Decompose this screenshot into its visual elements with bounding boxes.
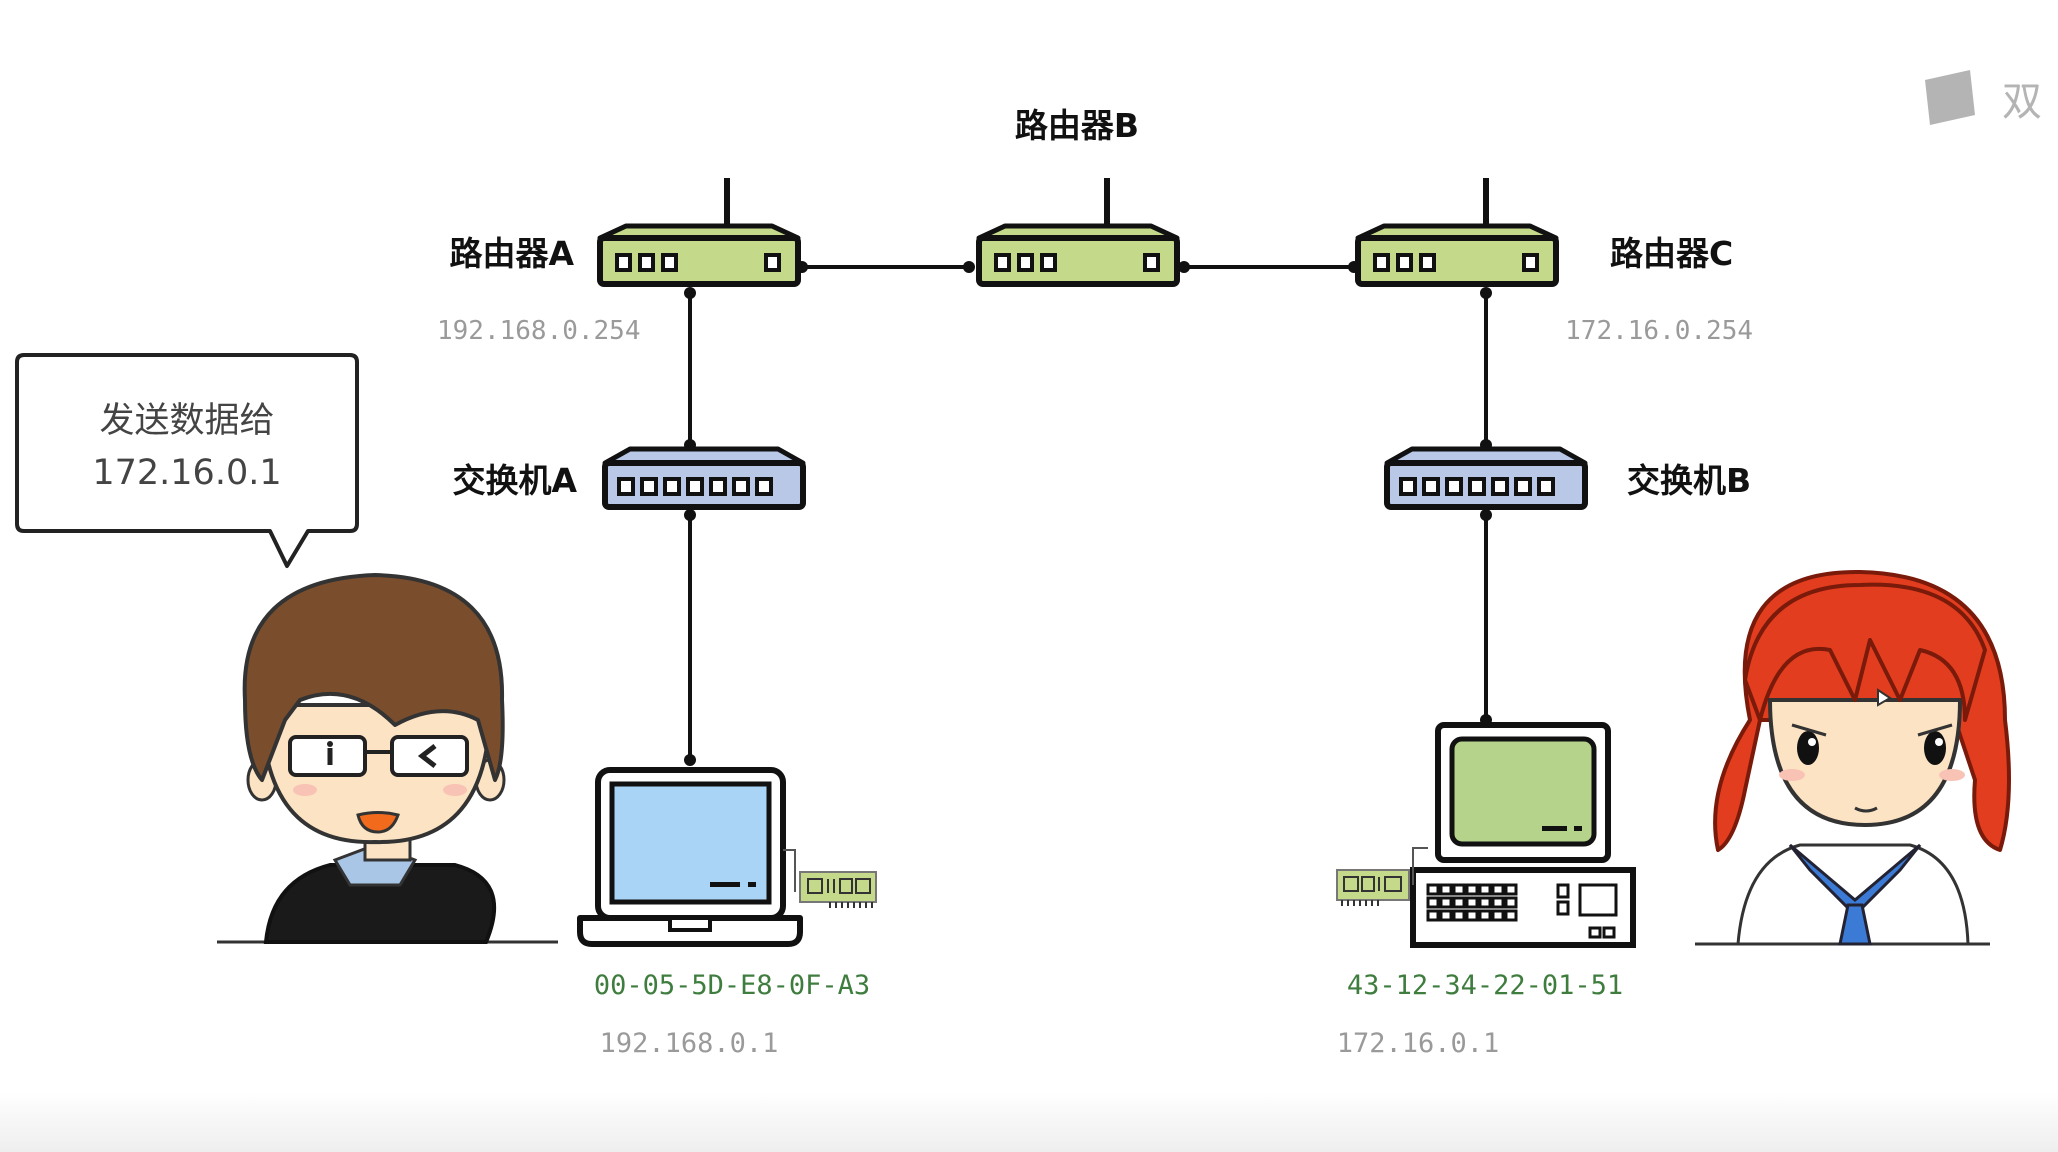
- router-c-icon: [1355, 178, 1559, 287]
- router-a-icon: [597, 178, 801, 287]
- junction-dot: [684, 509, 696, 521]
- router-c-label: 路由器C: [1610, 234, 1733, 273]
- junction-dot: [684, 754, 696, 766]
- watermark-text: 双: [2002, 79, 2042, 125]
- desktop-mac-address: 43-12-34-22-01-51: [1347, 970, 1623, 1001]
- junction-dot: [684, 287, 696, 299]
- speech-text-line2: 172.16.0.1: [92, 453, 281, 493]
- router-b-icon: [976, 178, 1180, 287]
- router-a-label: 路由器A: [449, 234, 574, 273]
- switch-a-label: 交换机A: [452, 461, 577, 500]
- laptop-ip-address: 192.168.0.1: [600, 1028, 779, 1059]
- laptop-mac-address: 00-05-5D-E8-0F-A3: [594, 970, 870, 1001]
- junction-dot: [1480, 509, 1492, 521]
- network-links: [688, 265, 1488, 760]
- junction-dot: [1480, 287, 1492, 299]
- switch-a-icon: [602, 446, 806, 510]
- router-b-label: 路由器B: [1015, 106, 1139, 145]
- router-c-ip: 172.16.0.254: [1565, 316, 1753, 346]
- router-a-ip: 192.168.0.254: [437, 316, 641, 346]
- girl-character: [1695, 569, 2011, 946]
- desktop-ip-address: 172.16.0.1: [1337, 1028, 1500, 1059]
- laptop-icon: [577, 767, 803, 947]
- bottom-fade: [0, 1092, 2058, 1152]
- switch-b-icon: [1384, 446, 1588, 510]
- network-diagram: 发送数据给 172.16.0.1 双 路由器B 路由器A 路由器C 192.16…: [15, 70, 2042, 1059]
- watermark-logo: 双: [1925, 70, 2042, 125]
- link-junction-dots: [684, 261, 1492, 766]
- junction-dot: [963, 261, 975, 273]
- speech-text-line1: 发送数据给: [99, 401, 274, 441]
- desktop-computer-icon: [1410, 722, 1636, 948]
- switch-b-label: 交换机B: [1627, 461, 1751, 500]
- boy-character: [217, 573, 558, 944]
- speech-bubble: 发送数据给 172.16.0.1: [15, 353, 359, 568]
- network-card-icon: [783, 849, 877, 908]
